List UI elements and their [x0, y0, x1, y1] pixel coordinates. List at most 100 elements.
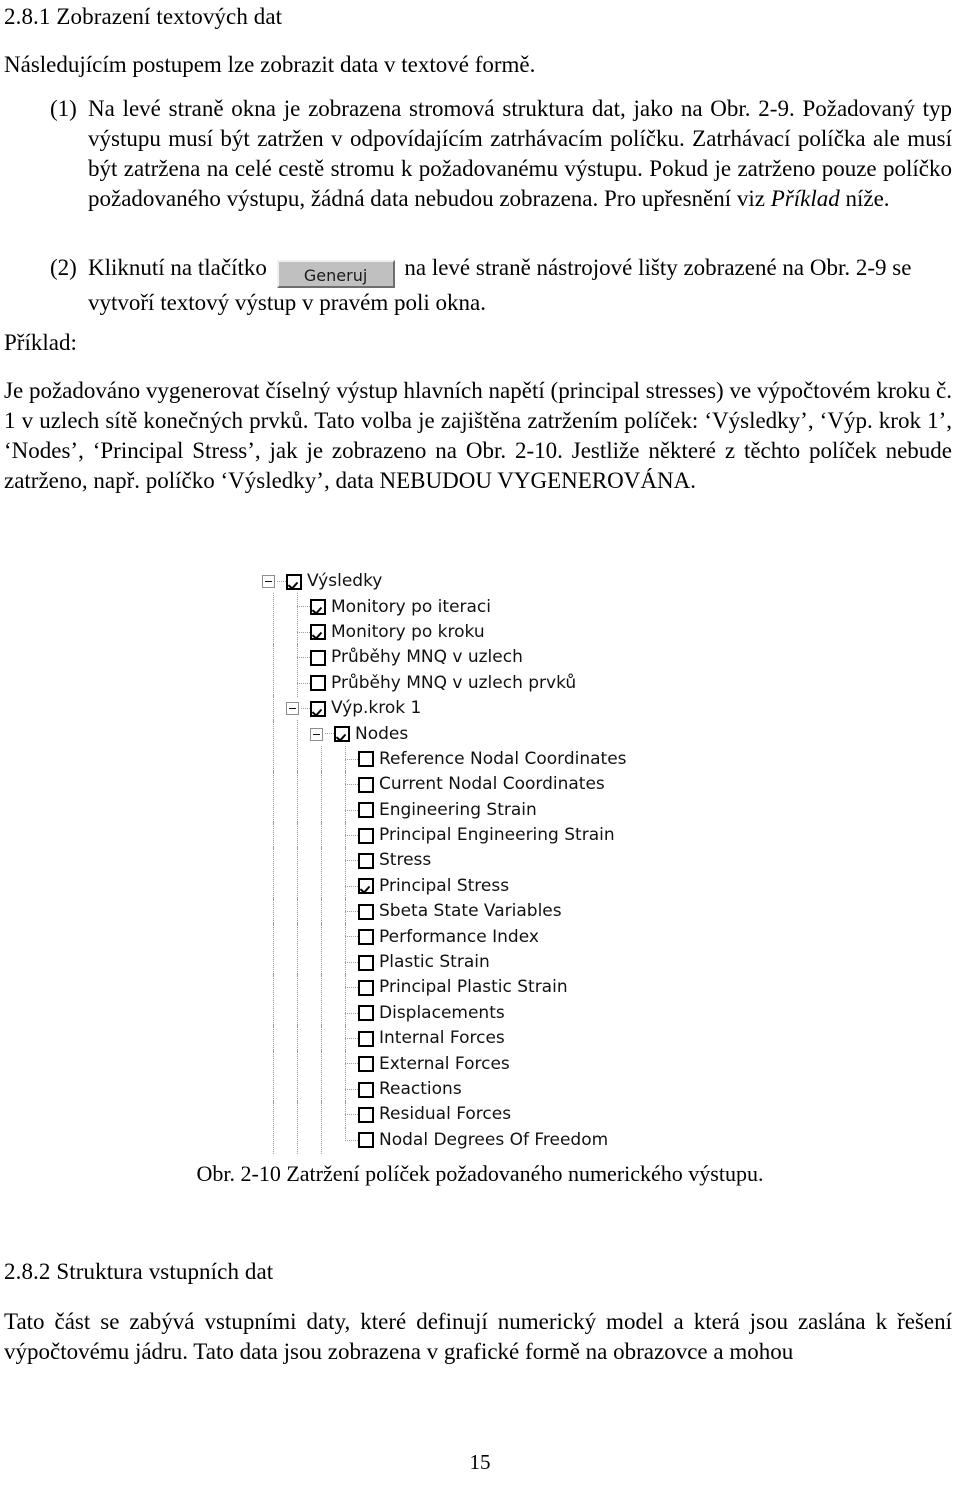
tree-indent-rail — [262, 694, 286, 723]
checkbox-unchecked-icon[interactable] — [358, 776, 374, 793]
tree-connector-line — [334, 898, 358, 926]
checkbox-checked-icon[interactable] — [334, 726, 350, 743]
tree-connector-line — [334, 923, 358, 951]
document-page: 2.8.1 Zobrazení textových dat Následujíc… — [0, 0, 960, 1496]
tree-node[interactable]: Nodes — [262, 720, 627, 748]
tree-indent-rail — [310, 1075, 334, 1104]
tree-node[interactable]: Monitory po kroku — [262, 618, 627, 647]
checkbox-unchecked-icon[interactable] — [358, 1005, 374, 1022]
tree-node[interactable]: Nodal Degrees Of Freedom — [262, 1126, 627, 1154]
tree-connector-line — [286, 644, 310, 672]
tree-node[interactable]: Residual Forces — [262, 1101, 627, 1129]
tree-node-label: Plastic Strain — [379, 952, 490, 973]
tree-node-label: Výsledky — [307, 571, 383, 592]
checkbox-checked-icon[interactable] — [310, 624, 326, 641]
tree-node[interactable]: Reference Nodal Coordinates — [262, 745, 627, 774]
list-item-2: (2) Kliknutí na tlačítko Generuj na levé … — [50, 253, 952, 318]
tree-indent-rail — [262, 720, 286, 748]
checkbox-unchecked-icon[interactable] — [358, 903, 374, 920]
tree-connector-line — [334, 1050, 358, 1078]
tree-node-label: Current Nodal Coordinates — [379, 774, 605, 795]
checkbox-checked-icon[interactable] — [358, 878, 374, 895]
checkbox-unchecked-icon[interactable] — [310, 675, 326, 692]
tree-node[interactable]: Engineering Strain — [262, 796, 627, 824]
tree-node[interactable]: Výp.krok 1 — [262, 694, 627, 723]
checkbox-unchecked-icon[interactable] — [358, 1030, 374, 1047]
tree-node[interactable]: Principal Plastic Strain — [262, 974, 627, 1002]
tree-node[interactable]: Displacements — [262, 999, 627, 1028]
section-2-8-2-paragraph: Tato část se zabývá vstupními daty, kter… — [4, 1309, 952, 1364]
tree-indent-rail — [286, 796, 310, 824]
tree-collapse-minus-icon[interactable] — [310, 727, 323, 741]
tree-node-label: Výp.krok 1 — [331, 698, 422, 719]
tree-node[interactable]: Performance Index — [262, 923, 627, 951]
tree-connector-line — [334, 948, 358, 977]
checkbox-unchecked-icon[interactable] — [358, 1106, 374, 1123]
tree-indent-rail — [262, 593, 286, 621]
tree-node[interactable]: Reactions — [262, 1075, 627, 1104]
tree-indent-rail — [262, 669, 286, 697]
tree-indent-rail — [286, 745, 310, 774]
tree-node-label: Průběhy MNQ v uzlech prvků — [331, 672, 577, 693]
tree-node[interactable]: Stress — [262, 847, 627, 875]
tree-indent-rail — [262, 847, 286, 875]
tree-indent-rail — [310, 872, 334, 901]
tree-node[interactable]: Průběhy MNQ v uzlech — [262, 644, 627, 672]
tree-indent-rail — [262, 1050, 286, 1078]
tree-connector-line — [334, 974, 358, 1002]
checkbox-unchecked-icon[interactable] — [358, 929, 374, 946]
tree-indent-rail — [286, 1075, 310, 1104]
example-label: Příklad: — [4, 330, 77, 355]
tree-node[interactable]: Výsledky — [262, 569, 627, 594]
tree-indent-rail — [286, 1050, 310, 1078]
tree-node[interactable]: Principal Stress — [262, 872, 627, 901]
tree-indent-rail — [262, 1101, 286, 1129]
tree-connector-line — [334, 1075, 358, 1104]
tree-indent-rail — [262, 898, 286, 926]
tree-connector-line — [334, 1101, 358, 1129]
checkbox-unchecked-icon[interactable] — [358, 1056, 374, 1073]
tree-node[interactable]: Current Nodal Coordinates — [262, 771, 627, 799]
tree-connector-line — [286, 593, 310, 621]
checkbox-unchecked-icon[interactable] — [358, 802, 374, 819]
tree-indent-rail — [310, 974, 334, 1002]
checkbox-unchecked-icon[interactable] — [358, 1081, 374, 1098]
tree-node[interactable]: Plastic Strain — [262, 948, 627, 977]
checkbox-checked-icon[interactable] — [310, 599, 326, 616]
tree-node[interactable]: Sbeta State Variables — [262, 898, 627, 926]
tree-node[interactable]: Principal Engineering Strain — [262, 821, 627, 850]
tree-connector-line — [334, 872, 358, 901]
tree-node-label: External Forces — [379, 1053, 510, 1074]
generuj-button[interactable]: Generuj — [276, 260, 395, 288]
tree-indent-rail — [310, 821, 334, 850]
output-tree-widget[interactable]: Výsledky Monitory po iteraci Monitory po k… — [262, 569, 627, 1154]
tree-indent-rail — [286, 974, 310, 1002]
checkbox-checked-icon[interactable] — [310, 700, 326, 717]
tree-node[interactable]: Průběhy MNQ v uzlech prvků — [262, 669, 627, 697]
checkbox-unchecked-icon[interactable] — [358, 751, 374, 768]
tree-node-label: Displacements — [379, 1002, 505, 1023]
tree-indent-rail — [262, 1075, 286, 1104]
checkbox-unchecked-icon[interactable] — [358, 1132, 374, 1149]
tree-indent-rail — [262, 974, 286, 1002]
tree-node-label: Sbeta State Variables — [379, 901, 562, 922]
checkbox-unchecked-icon[interactable] — [358, 827, 374, 844]
tree-indent-rail — [310, 1101, 334, 1129]
tree-node[interactable]: Monitory po iteraci — [262, 593, 627, 621]
tree-indent-rail — [310, 796, 334, 824]
tree-connector-line — [286, 669, 310, 697]
checkbox-unchecked-icon[interactable] — [358, 954, 374, 971]
checkbox-unchecked-icon[interactable] — [310, 649, 326, 666]
tree-collapse-minus-icon[interactable] — [286, 702, 299, 716]
tree-indent-rail — [310, 847, 334, 875]
checkbox-checked-icon[interactable] — [286, 573, 302, 590]
checkbox-unchecked-icon[interactable] — [358, 852, 374, 869]
tree-indent-rail — [310, 948, 334, 977]
checkbox-unchecked-icon[interactable] — [358, 979, 374, 996]
tree-node[interactable]: Internal Forces — [262, 1025, 627, 1053]
tree-collapse-minus-icon[interactable] — [262, 575, 275, 589]
list-item-1: (1) Na levé straně okna je zobrazena stro… — [50, 94, 952, 214]
tree-node-label: Residual Forces — [379, 1104, 512, 1125]
tree-node[interactable]: External Forces — [262, 1050, 627, 1078]
tree-indent-rail — [262, 618, 286, 647]
